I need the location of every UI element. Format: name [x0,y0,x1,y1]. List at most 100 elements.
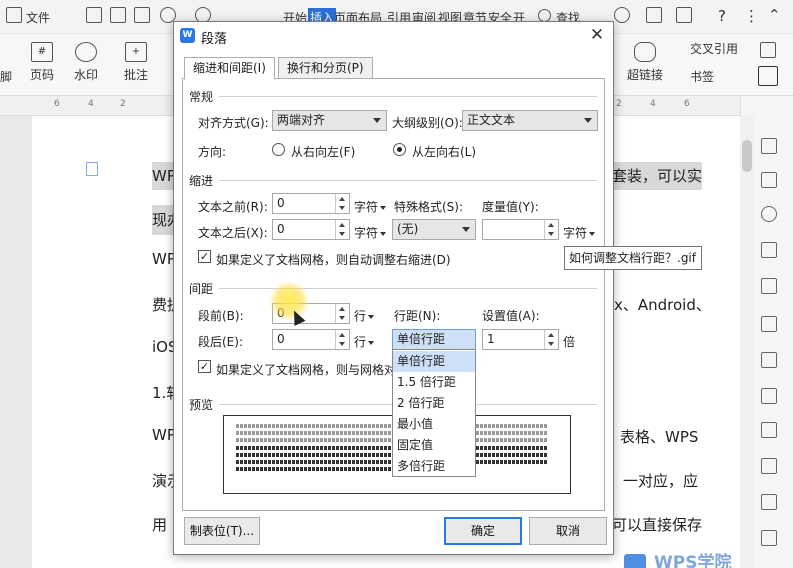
indent-before-input[interactable]: 0 [272,193,350,214]
more-menu-icon[interactable]: ⋮ [744,7,759,25]
outline-level-label: 大纲级别(O): [392,116,463,130]
setting-value-input[interactable]: 1 [482,329,559,350]
wps-academy-watermark: WPS学院 [624,548,793,568]
bookmark-button[interactable]: 书签 [672,68,722,85]
menu-icon[interactable] [6,7,22,23]
layout-icon[interactable] [760,42,776,58]
cross-reference-button[interactable]: 交叉引用 [672,40,742,57]
spinner-buttons[interactable] [335,194,349,213]
line-spacing-option[interactable]: 固定值 [393,435,475,456]
edit-icon[interactable] [761,138,777,154]
spin-down-icon[interactable] [548,232,554,236]
ruler-mark: 6 [54,99,60,109]
save-icon[interactable] [86,7,102,23]
tab-line-page-break[interactable]: 换行和分页(P) [278,57,373,79]
spinner-buttons[interactable] [335,304,349,323]
image-icon[interactable] [761,352,777,368]
spin-down-icon[interactable] [548,342,554,346]
print-icon[interactable] [110,7,126,23]
line-spacing-option[interactable]: 1.5 倍行距 [393,372,475,393]
scrollbar-thumb[interactable] [742,140,752,172]
spin-up-icon[interactable] [339,307,345,311]
line-spacing-option[interactable]: 2 倍行距 [393,393,475,414]
spinner-buttons[interactable] [335,220,349,239]
indent-before-unit[interactable]: 字符 [354,198,387,215]
cancel-button[interactable]: 取消 [529,517,607,545]
hyperlink-label: 超链接 [626,68,663,82]
doc-line-right[interactable]: 表格、WPS [620,426,698,447]
gallery-icon[interactable] [761,458,777,474]
close-icon[interactable]: ✕ [587,25,607,45]
spin-up-icon[interactable] [548,333,554,337]
space-before-unit[interactable]: 行 [354,307,375,324]
cursor-icon[interactable] [761,172,777,188]
tab-stops-button[interactable]: 制表位(T)... [184,517,260,545]
share-file-icon[interactable] [761,530,777,546]
doc-line-right[interactable]: 可以直接保存 [612,514,702,535]
grid-snap-checkbox[interactable]: ✓ [198,360,211,373]
special-format-select[interactable]: (无) [392,219,476,240]
dialog-title-bar[interactable]: W 段落 ✕ [174,22,613,50]
space-after-unit[interactable]: 行 [354,333,375,350]
chart-icon[interactable] [761,388,777,404]
measure-input[interactable] [482,219,559,240]
footnote-button-partial[interactable]: 脚 [0,68,12,85]
spin-down-icon[interactable] [339,232,345,236]
cloud-sync-icon[interactable] [614,7,630,23]
comment-button[interactable]: + 批注 [116,42,156,83]
spinner-buttons[interactable] [335,330,349,349]
indent-after-input[interactable]: 0 [272,219,350,240]
auto-adjust-checkbox[interactable]: ✓ [198,250,211,263]
text-icon[interactable] [761,278,777,294]
auto-adjust-label[interactable]: 如果定义了文档网格，则自动调整右缩进(D) [216,251,451,268]
chevron-down-icon [380,205,387,210]
page-number-button[interactable]: # 页码 [22,42,62,83]
more-icon[interactable] [676,7,692,23]
settings-icon[interactable] [761,422,777,438]
collapse-icon[interactable]: ⌃ [768,6,781,24]
bookmark-label: 书签 [690,70,715,84]
spin-up-icon[interactable] [339,223,345,227]
spin-up-icon[interactable] [548,223,554,227]
spin-up-icon[interactable] [339,197,345,201]
rtl-radio[interactable] [272,143,285,156]
watermark-button[interactable]: 水印 [66,42,106,83]
space-after-input[interactable]: 0 [272,329,350,350]
grid-snap-label[interactable]: 如果定义了文档网格，则与网格对 [216,361,396,378]
spinner-buttons[interactable] [544,220,558,239]
preview-icon[interactable] [134,7,150,23]
spin-down-icon[interactable] [339,206,345,210]
doc-line-right[interactable]: 一对应，应 [623,470,698,491]
share-icon[interactable] [646,7,662,23]
export-icon[interactable] [761,494,777,510]
panel-toggle-icon[interactable] [758,66,778,86]
line-spacing-option[interactable]: 多倍行距 [393,456,475,477]
ltr-label[interactable]: 从左向右(L) [412,143,476,160]
help-icon[interactable]: ? [718,7,726,25]
spin-down-icon[interactable] [339,316,345,320]
file-menu[interactable]: 文件 [26,9,50,26]
line-spacing-select[interactable]: 单倍行距 [392,329,476,350]
spin-down-icon[interactable] [339,342,345,346]
tab-indent-spacing[interactable]: 缩进和间距(I) [184,57,275,80]
rtl-label[interactable]: 从右向左(F) [291,143,355,160]
vertical-scrollbar[interactable] [740,116,754,568]
shape-icon[interactable] [761,242,777,258]
alignment-select[interactable]: 两端对齐 [272,110,387,131]
spinner-buttons[interactable] [544,330,558,349]
doc-line-right[interactable]: x、Android、 [614,294,711,315]
measure-unit[interactable]: 字符 [563,224,596,241]
doc-line-right[interactable]: 套装，可以实 [612,162,702,190]
ltr-radio[interactable] [393,143,406,156]
indent-after-unit[interactable]: 字符 [354,224,387,241]
spin-up-icon[interactable] [339,333,345,337]
hyperlink-button[interactable]: 超链接 [622,42,668,83]
doc-line[interactable]: 用 [152,514,167,535]
table-icon[interactable] [761,316,777,332]
style-icon[interactable] [761,206,777,222]
outline-level-select[interactable]: 正文文本 [462,110,598,131]
line-spacing-option[interactable]: 单倍行距 [393,351,475,372]
line-spacing-option[interactable]: 最小值 [393,414,475,435]
paragraph-handle-icon[interactable] [86,162,98,176]
ok-button[interactable]: 确定 [444,517,522,545]
